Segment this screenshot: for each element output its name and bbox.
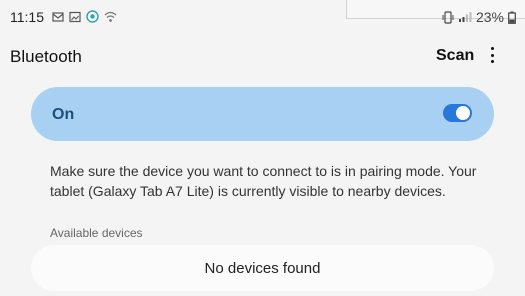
bluetooth-state-label: On bbox=[52, 106, 75, 123]
more-options-icon[interactable] bbox=[486, 44, 498, 66]
scan-button[interactable]: Scan bbox=[436, 47, 474, 65]
vibrate-icon bbox=[442, 10, 454, 24]
bluetooth-toggle-card[interactable]: On bbox=[31, 87, 494, 141]
pairing-info-line-1: Make sure the device you want to connect… bbox=[50, 163, 477, 179]
message-icon bbox=[52, 11, 64, 22]
page-title: Bluetooth bbox=[10, 47, 82, 66]
battery-icon bbox=[508, 11, 516, 24]
available-devices-heading: Available devices bbox=[50, 226, 143, 240]
pairing-info-line-2: tablet (Galaxy Tab A7 Lite) is currently… bbox=[50, 183, 446, 199]
wifi-icon bbox=[104, 11, 117, 22]
gallery-icon bbox=[69, 11, 81, 22]
toggle-knob bbox=[456, 106, 470, 120]
system-icons: 23% bbox=[442, 9, 516, 25]
battery-percent: 23% bbox=[475, 9, 504, 25]
notification-icons bbox=[52, 10, 117, 23]
status-bar: 11:15 23% bbox=[0, 0, 525, 30]
bluetooth-toggle-switch[interactable] bbox=[443, 104, 472, 122]
available-devices-list: No devices found bbox=[31, 245, 494, 291]
shield-icon bbox=[86, 10, 99, 23]
signal-icon bbox=[458, 12, 472, 22]
no-devices-message: No devices found bbox=[204, 259, 321, 277]
pairing-info-text: Make sure the device you want to connect… bbox=[50, 161, 480, 201]
status-time: 11:15 bbox=[10, 9, 44, 25]
